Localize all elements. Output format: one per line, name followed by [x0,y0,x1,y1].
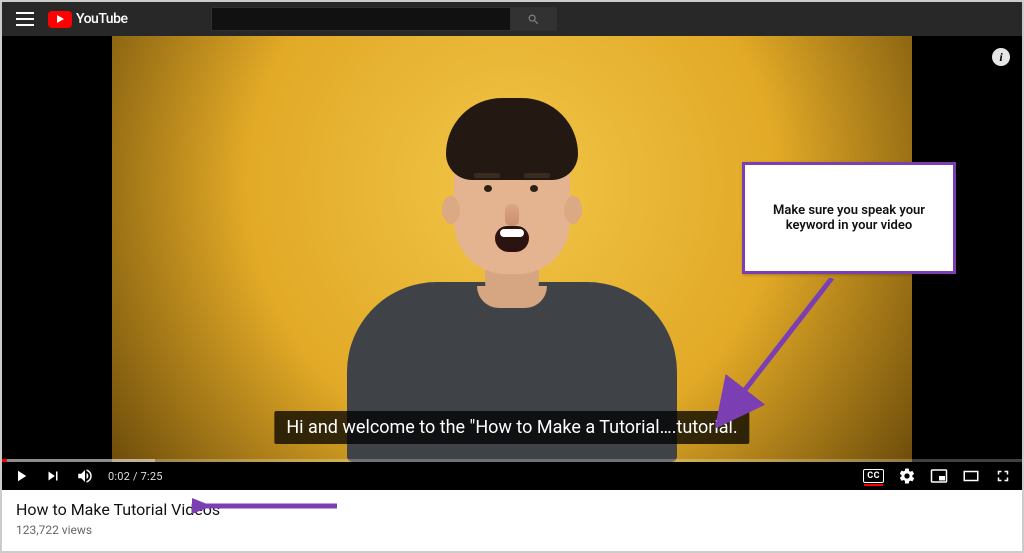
search-button[interactable] [511,7,557,31]
video-meta: How to Make Tutorial Videos 123,722 view… [2,490,1022,543]
theater-button[interactable] [962,467,980,485]
youtube-logo-text: YouTube [76,11,127,27]
fullscreen-icon [994,467,1012,485]
video-views: 123,722 views [16,523,1008,537]
closed-caption-text: Hi and welcome to the "How to Make a Tut… [274,411,749,444]
presenter-figure [352,102,672,462]
play-icon [12,467,30,485]
cc-label: CC [867,471,880,481]
youtube-play-icon [48,11,72,28]
volume-icon [76,467,94,485]
video-player[interactable]: i Hi and welcome to the "How to Make a T… [2,36,1022,490]
theater-icon [962,467,980,485]
play-button[interactable] [12,467,30,485]
annotation-callout: Make sure you speak your keyword in your… [742,162,956,274]
player-controls: 0:02 / 7:25 CC [2,462,1022,490]
magnifier-icon [527,13,540,26]
youtube-logo[interactable]: YouTube [48,11,127,28]
miniplayer-icon [930,467,948,485]
next-icon [44,467,62,485]
hamburger-menu-icon[interactable] [16,12,34,26]
search-input[interactable] [211,7,511,31]
captions-button[interactable]: CC [863,469,884,483]
miniplayer-button[interactable] [930,467,948,485]
cc-active-indicator [864,484,883,486]
time-display: 0:02 / 7:25 [108,470,163,483]
next-button[interactable] [44,467,62,485]
fullscreen-button[interactable] [994,467,1012,485]
settings-button[interactable] [898,467,916,485]
annotation-callout-text: Make sure you speak your keyword in your… [755,203,943,233]
gear-icon [898,467,916,485]
search-bar [211,7,557,31]
volume-button[interactable] [76,467,94,485]
video-title: How to Make Tutorial Videos [16,500,1008,519]
info-icon[interactable]: i [992,48,1010,66]
top-header: YouTube [2,2,1022,36]
